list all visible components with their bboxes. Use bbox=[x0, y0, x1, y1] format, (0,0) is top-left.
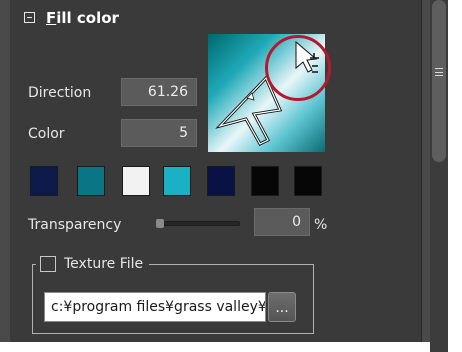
transparency-label: Transparency bbox=[28, 217, 122, 233]
color-label: Color bbox=[28, 126, 65, 142]
transparency-slider[interactable] bbox=[156, 219, 240, 228]
scrollbar-grip-icon bbox=[435, 68, 443, 76]
swatch-black-2[interactable] bbox=[294, 166, 322, 196]
swatch-cyan[interactable] bbox=[163, 166, 191, 196]
texture-path-input[interactable]: c:¥program files¥grass valley¥ bbox=[44, 292, 266, 322]
slider-knob[interactable] bbox=[156, 219, 164, 228]
bottom-edge bbox=[0, 342, 430, 352]
texture-file-label: Texture File bbox=[64, 256, 144, 272]
swatch-teal[interactable] bbox=[77, 166, 105, 196]
right-edge bbox=[448, 0, 462, 352]
title-mnemonic: F bbox=[46, 9, 57, 27]
vertical-scrollbar[interactable] bbox=[430, 0, 448, 352]
direction-label: Direction bbox=[28, 85, 92, 101]
swatch-indigo[interactable] bbox=[207, 166, 235, 196]
scrollbar-thumb[interactable] bbox=[432, 0, 446, 162]
direction-input[interactable]: 61.26 bbox=[121, 78, 197, 106]
percent-unit: % bbox=[314, 217, 328, 233]
highlight-circle bbox=[265, 35, 331, 101]
swatch-white[interactable] bbox=[122, 166, 150, 196]
texture-file-legend: Texture File bbox=[36, 254, 150, 274]
browse-button[interactable]: ... bbox=[268, 292, 296, 322]
swatch-navy[interactable] bbox=[30, 166, 58, 196]
collapse-icon[interactable] bbox=[24, 12, 35, 23]
texture-file-checkbox[interactable] bbox=[40, 256, 56, 272]
title-rest: ill color bbox=[56, 9, 119, 27]
swatch-black[interactable] bbox=[251, 166, 279, 196]
color-input[interactable]: 5 bbox=[121, 119, 197, 147]
section-title: Fill color bbox=[46, 9, 119, 27]
transparency-input[interactable]: 0 bbox=[254, 208, 310, 236]
